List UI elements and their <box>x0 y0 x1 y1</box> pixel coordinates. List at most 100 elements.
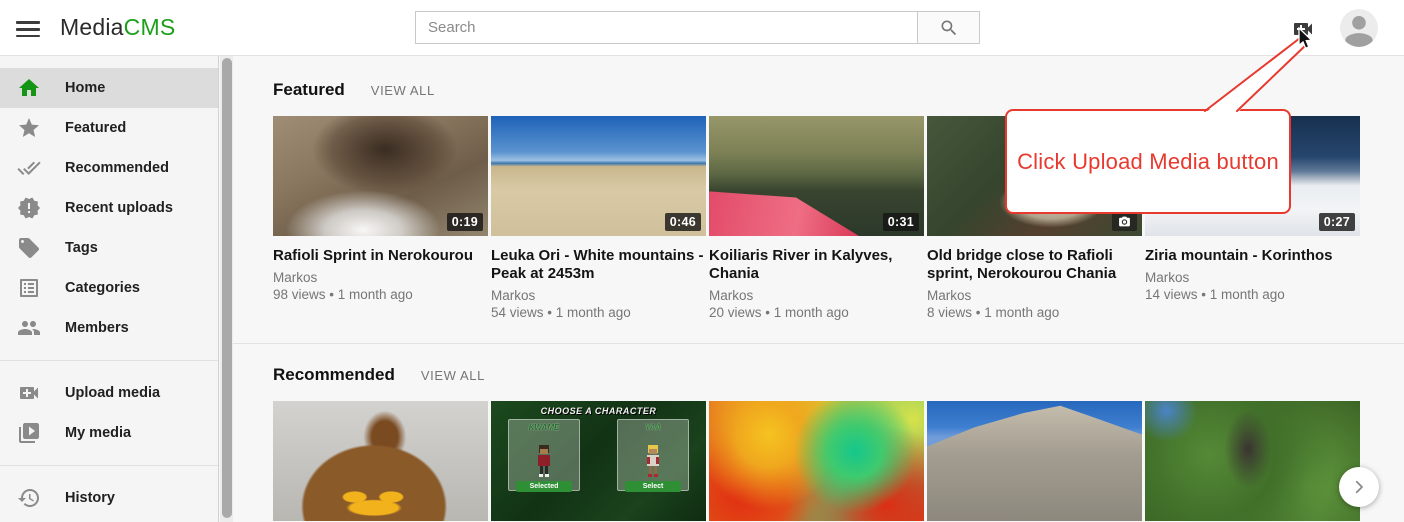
video-author[interactable]: Markos <box>491 287 706 304</box>
thumbnail-kayak-river[interactable]: 0:31 <box>709 116 924 236</box>
thumbnail-fountain-waterfall[interactable]: 0:19 <box>273 116 488 236</box>
sidebar-item-label: Recommended <box>65 160 169 176</box>
callout-text: Click Upload Media button <box>1017 149 1279 175</box>
section-title: Featured <box>273 80 345 100</box>
sidebar-item-tags[interactable]: Tags <box>0 228 218 268</box>
sidebar-item-label: Home <box>65 80 105 96</box>
video-author[interactable]: Markos <box>273 269 488 286</box>
sidebar-item-label: Upload media <box>65 385 160 401</box>
video-author[interactable]: Markos <box>927 287 1142 304</box>
video-card[interactable]: 0:46 Leuka Ori - White mountains - Peak … <box>491 116 706 321</box>
search-input[interactable] <box>415 11 917 44</box>
sidebar-item-upload-media[interactable]: Upload media <box>0 373 218 413</box>
menu-icon[interactable] <box>16 17 40 39</box>
video-card[interactable] <box>709 401 924 521</box>
thumbnail-game-character-select[interactable]: CHOOSE A CHARACTER KWAME Selected YAA Se… <box>491 401 706 521</box>
home-icon <box>17 76 41 100</box>
view-all-link[interactable]: VIEW ALL <box>421 368 485 383</box>
video-card[interactable] <box>273 401 488 521</box>
game-character-name: KWAME <box>509 423 579 432</box>
game-title-text: CHOOSE A CHARACTER <box>491 406 706 416</box>
star-icon <box>17 116 41 140</box>
section-divider <box>233 343 1404 344</box>
sidebar-item-featured[interactable]: Featured <box>0 108 218 148</box>
upload-media-icon[interactable] <box>1291 17 1315 41</box>
sidebar-item-categories[interactable]: Categories <box>0 268 218 308</box>
thumbnail-rocky-mountain[interactable] <box>927 401 1142 521</box>
top-bar: MediaCMS <box>0 0 1404 56</box>
logo-media: Media <box>60 14 124 40</box>
thumbnail-pumpkin-craft[interactable] <box>273 401 488 521</box>
video-meta: 14 views • 1 month ago <box>1145 286 1360 303</box>
sidebar-item-label: Members <box>65 320 129 336</box>
sidebar-item-label: Categories <box>65 280 140 296</box>
tag-icon <box>17 236 41 260</box>
video-card[interactable] <box>1145 401 1360 521</box>
video-title[interactable]: Rafioli Sprint in Nerokourou <box>273 247 488 265</box>
logo[interactable]: MediaCMS <box>60 14 175 41</box>
search-icon <box>939 18 959 38</box>
game-sprite-yaa <box>644 444 662 478</box>
duration-badge: 0:19 <box>447 213 483 231</box>
videocam-plus-icon <box>17 381 41 405</box>
search-bar <box>415 11 980 44</box>
mediacms-home-page: MediaCMS Home Featured Recommended <box>0 0 1404 522</box>
game-panel-left: KWAME Selected <box>508 419 580 491</box>
video-meta: 54 views • 1 month ago <box>491 304 706 321</box>
sidebar-item-label: My media <box>65 425 131 441</box>
sidebar-item-label: History <box>65 490 115 506</box>
duration-badge: 0:27 <box>1319 213 1355 231</box>
game-character-name: YAA <box>618 423 688 432</box>
video-title[interactable]: Ziria mountain - Korinthos <box>1145 247 1360 265</box>
video-title[interactable]: Leuka Ori - White mountains - Peak at 24… <box>491 247 706 283</box>
video-author[interactable]: Markos <box>709 287 924 304</box>
sidebar-item-home[interactable]: Home <box>0 68 218 108</box>
recommended-section-header: Recommended VIEW ALL <box>273 365 1404 385</box>
sidebar-item-recommended[interactable]: Recommended <box>0 148 218 188</box>
search-button[interactable] <box>917 11 980 44</box>
new-releases-icon <box>17 196 41 220</box>
carousel-next-button[interactable] <box>1339 467 1379 507</box>
sidebar-item-label: Recent uploads <box>65 200 173 216</box>
sidebar-item-members[interactable]: Members <box>0 308 218 348</box>
sidebar-item-my-media[interactable]: My media <box>0 413 218 453</box>
duration-badge: 0:31 <box>883 213 919 231</box>
video-title[interactable]: Koiliaris River in Kalyves, Chania <box>709 247 924 283</box>
thumbnail-abstract-colors[interactable] <box>709 401 924 521</box>
sidebar-item-label: Tags <box>65 240 98 256</box>
game-button-selected: Selected <box>516 481 572 492</box>
video-meta: 98 views • 1 month ago <box>273 286 488 303</box>
thumbnail-green-leaves[interactable] <box>1145 401 1360 521</box>
featured-section-header: Featured VIEW ALL <box>273 80 1404 100</box>
game-panel-right: YAA Select <box>617 419 689 491</box>
video-library-icon <box>17 421 41 445</box>
callout-bubble: Click Upload Media button <box>1005 109 1291 214</box>
list-alt-icon <box>17 276 41 300</box>
sidebar-item-history[interactable]: History <box>0 478 218 518</box>
view-all-link[interactable]: VIEW ALL <box>371 83 435 98</box>
sidebar: Home Featured Recommended Recent uploads… <box>0 56 219 522</box>
logo-cms: CMS <box>124 14 176 40</box>
sidebar-scrollbar[interactable] <box>220 56 233 522</box>
video-card[interactable]: CHOOSE A CHARACTER KWAME Selected YAA Se… <box>491 401 706 521</box>
video-card[interactable]: 0:19 Rafioli Sprint in Nerokourou Markos… <box>273 116 488 321</box>
double-check-icon <box>17 156 41 180</box>
section-title: Recommended <box>273 365 395 385</box>
duration-badge: 0:46 <box>665 213 701 231</box>
video-card[interactable]: 0:31 Koiliaris River in Kalyves, Chania … <box>709 116 924 321</box>
video-card[interactable] <box>927 401 1142 521</box>
sidebar-divider <box>0 465 218 466</box>
video-meta: 8 views • 1 month ago <box>927 304 1142 321</box>
thumbnail-desert-mountains[interactable]: 0:46 <box>491 116 706 236</box>
video-title[interactable]: Old bridge close to Rafioli sprint, Nero… <box>927 247 1142 283</box>
user-avatar[interactable] <box>1340 9 1378 47</box>
game-sprite-kwame <box>535 444 553 478</box>
sidebar-scrollbar-thumb[interactable] <box>222 58 232 518</box>
sidebar-item-recent-uploads[interactable]: Recent uploads <box>0 188 218 228</box>
chevron-right-icon <box>1350 478 1368 496</box>
camera-icon <box>1112 211 1137 231</box>
recommended-row: CHOOSE A CHARACTER KWAME Selected YAA Se… <box>273 401 1404 521</box>
video-author[interactable]: Markos <box>1145 269 1360 286</box>
sidebar-divider <box>0 360 218 361</box>
game-button-select: Select <box>625 481 681 492</box>
